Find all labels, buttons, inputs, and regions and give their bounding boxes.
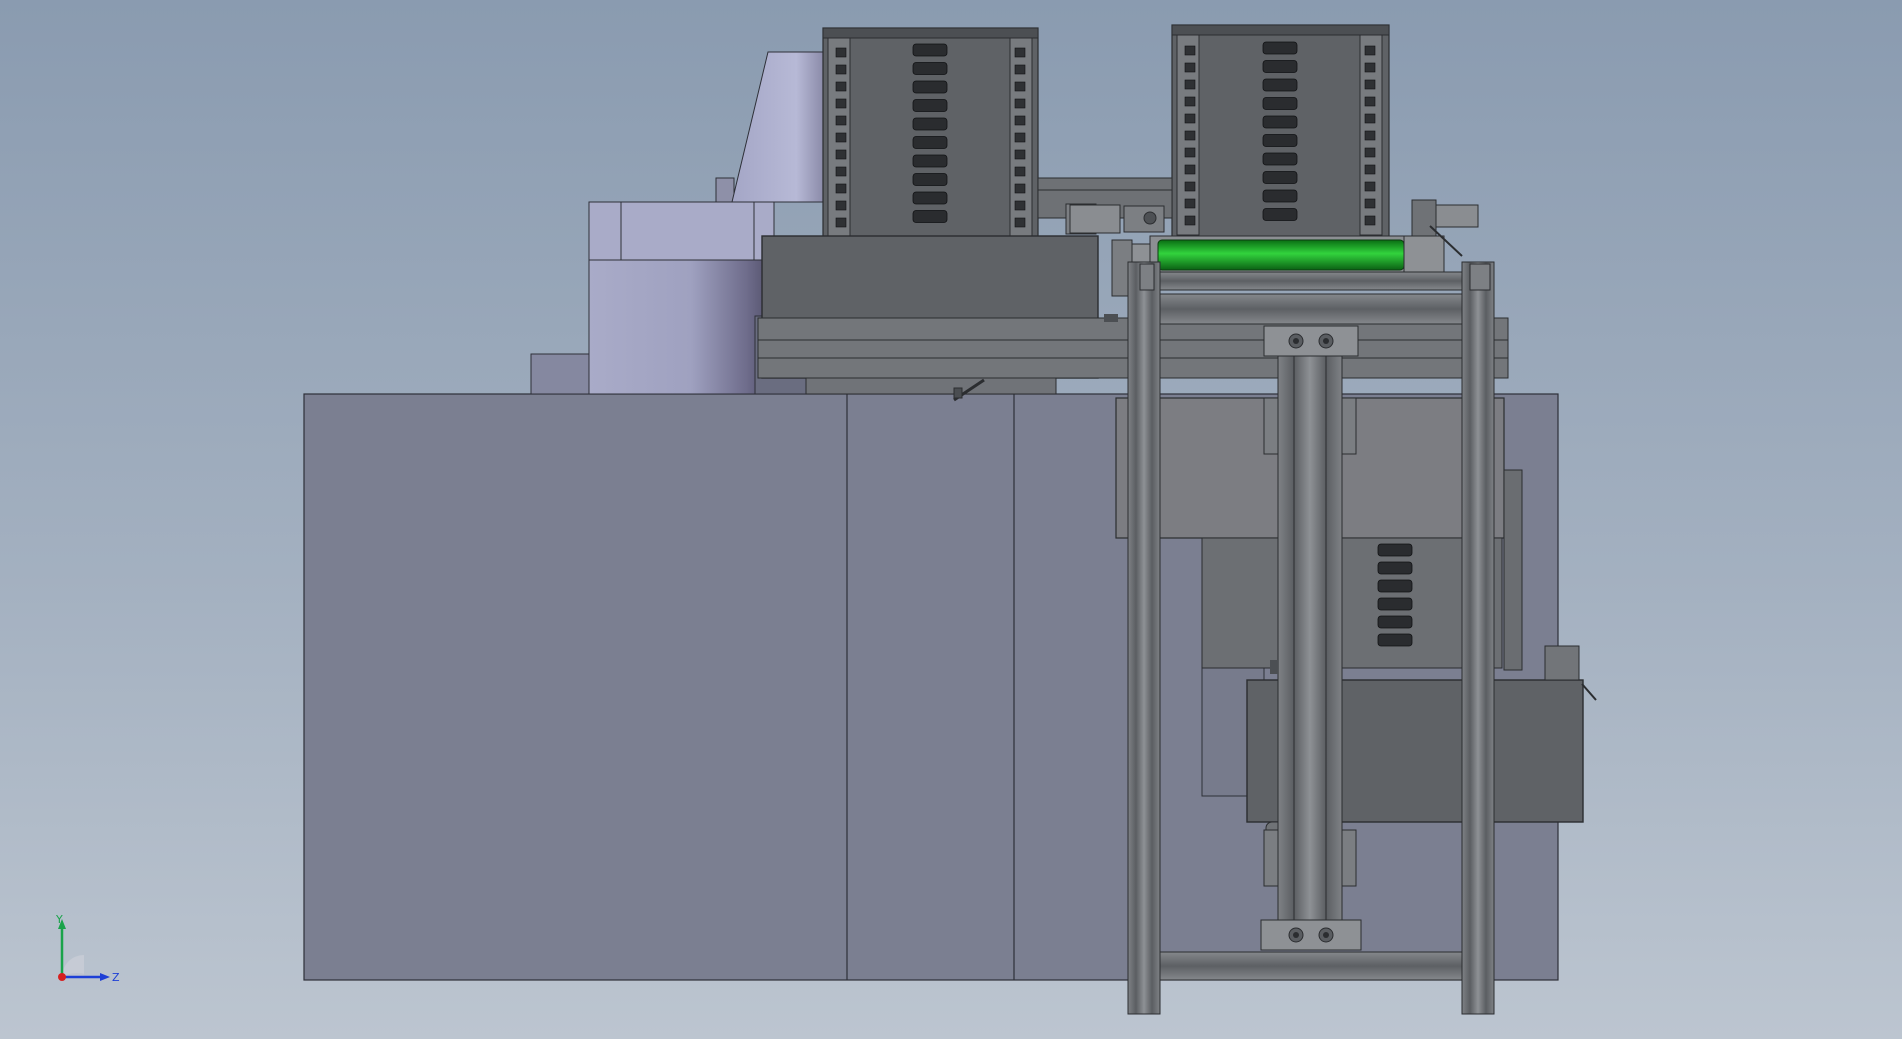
magazine-side-tab xyxy=(1184,181,1196,192)
magazine-slot xyxy=(1377,561,1413,575)
magazine-side-tab xyxy=(1364,130,1376,141)
magazine-side-tab xyxy=(1014,200,1026,211)
magazine-side-tab xyxy=(1364,198,1376,209)
magazine-side-tab xyxy=(835,200,847,211)
magazine-side-tab xyxy=(1014,166,1026,177)
magazine-slot xyxy=(1262,115,1298,129)
magazine-side-tab xyxy=(1364,96,1376,107)
magazine-side-tab xyxy=(835,115,847,126)
magazine-slot xyxy=(1377,543,1413,557)
step-block[interactable] xyxy=(530,353,590,395)
magazine-side-tab xyxy=(1014,183,1026,194)
left-magazine-tower[interactable] xyxy=(822,27,1039,239)
magazine-side-tab xyxy=(1184,113,1196,124)
magazine-slot xyxy=(1262,134,1298,147)
z-axis-label: Z xyxy=(112,971,120,984)
magazine-side-tab xyxy=(835,98,847,109)
magazine-slot xyxy=(1262,171,1298,184)
z-axis-arrow-head xyxy=(100,973,110,981)
magazine-side-tab xyxy=(835,183,847,194)
magazine-side-tab xyxy=(1364,62,1376,73)
magazine-side-tab xyxy=(1014,132,1026,143)
magazine-side-tab xyxy=(835,149,847,160)
magazine-side-tab xyxy=(1184,45,1196,56)
cylinder-drum[interactable] xyxy=(588,177,775,395)
triad-origin xyxy=(58,973,66,981)
magazine-side-tab xyxy=(1364,79,1376,90)
coordinate-triad: Y Z xyxy=(55,915,120,984)
magazine-side-tab xyxy=(1364,147,1376,158)
magazine-side-tab xyxy=(1184,164,1196,175)
magazine-side-tab xyxy=(1014,98,1026,109)
magazine-side-tab xyxy=(1014,115,1026,126)
magazine-slot xyxy=(912,154,948,168)
magazine-side-tab xyxy=(1364,164,1376,175)
magazine-side-tab xyxy=(835,81,847,92)
y-axis-label: Y xyxy=(55,915,63,926)
magazine-slot xyxy=(1377,579,1413,593)
magazine-side-tab xyxy=(1184,130,1196,141)
magazine-side-tab xyxy=(1184,79,1196,90)
magazine-slot xyxy=(1377,615,1413,629)
magazine-side-tab xyxy=(1014,47,1026,58)
magazine-side-tab xyxy=(1184,147,1196,158)
magazine-side-tab xyxy=(1014,81,1026,92)
magazine-slot xyxy=(1377,633,1413,647)
magazine-side-tab xyxy=(835,47,847,58)
cone-hopper[interactable] xyxy=(731,51,825,203)
magazine-slot xyxy=(1262,41,1298,55)
magazine-slot xyxy=(912,136,948,149)
magazine-side-tab xyxy=(835,217,847,228)
magazine-slot xyxy=(1377,597,1413,611)
magazine-side-tab xyxy=(1184,198,1196,209)
magazine-slot xyxy=(912,117,948,131)
magazine-side-tab xyxy=(1184,96,1196,107)
magazine-side-tab xyxy=(1184,62,1196,73)
magazine-slot xyxy=(1262,208,1298,221)
machine-assembly-model[interactable] xyxy=(0,0,1902,1039)
magazine-side-tab xyxy=(1014,64,1026,75)
magazine-side-tab xyxy=(1364,45,1376,56)
magazine-side-tab xyxy=(1364,113,1376,124)
magazine-side-tab xyxy=(835,132,847,143)
magazine-slot xyxy=(1262,189,1298,203)
magazine-slot xyxy=(912,80,948,94)
magazine-side-tab xyxy=(835,166,847,177)
magazine-side-tab xyxy=(835,64,847,75)
magazine-slot xyxy=(912,210,948,223)
magazine-side-tab xyxy=(1184,215,1196,226)
magazine-slot xyxy=(912,99,948,112)
magazine-side-tab xyxy=(1014,217,1026,228)
magazine-side-tab xyxy=(1014,149,1026,160)
magazine-slot xyxy=(1262,152,1298,166)
magazine-side-tab xyxy=(1364,215,1376,226)
magazine-slot xyxy=(1262,78,1298,92)
magazine-slot xyxy=(912,191,948,205)
magazine-side-tab xyxy=(1364,181,1376,192)
magazine-slot xyxy=(912,62,948,75)
right-magazine-tower[interactable] xyxy=(1171,24,1390,239)
cad-graphics-viewport[interactable]: Y Z xyxy=(0,0,1902,1039)
magazine-slot xyxy=(912,173,948,186)
magazine-slot xyxy=(1262,60,1298,73)
magazine-slot xyxy=(1262,97,1298,110)
magazine-slot xyxy=(912,43,948,57)
